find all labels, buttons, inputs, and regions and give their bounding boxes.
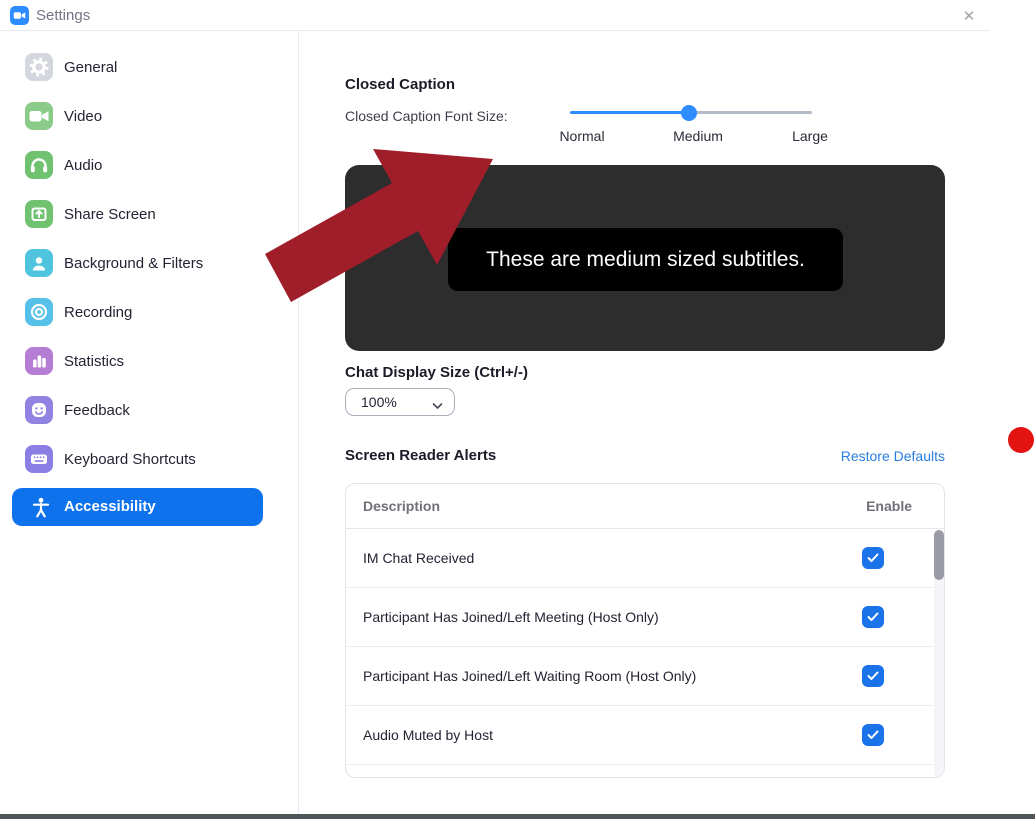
sidebar-item-audio[interactable]: Audio <box>0 141 298 190</box>
closed-caption-heading: Closed Caption <box>345 76 456 93</box>
table-row: Participant Has Joined/Left Meeting (Hos… <box>346 588 944 647</box>
caption-preview-text: These are medium sized subtitles. <box>486 247 805 271</box>
row-description: Participant Has Joined/Left Waiting Room… <box>363 668 697 684</box>
table-scrollbar-track[interactable] <box>934 530 944 777</box>
row-description: Participant Has Joined/Left Meeting (Hos… <box>363 609 659 625</box>
sidebar-item-label: Share Screen <box>64 206 156 223</box>
sidebar-item-label: Statistics <box>64 353 125 370</box>
record-icon <box>25 298 53 326</box>
alerts-table: Description Enable IM Chat Received Part… <box>345 483 945 778</box>
annotation-red-dot <box>1008 427 1034 453</box>
enable-checkbox[interactable] <box>862 724 884 746</box>
gear-icon <box>25 53 53 81</box>
share-screen-icon <box>25 200 53 228</box>
close-icon[interactable]: ✕ <box>952 2 986 29</box>
sidebar-item-label: Feedback <box>64 402 130 419</box>
row-description: IM Chat Received <box>363 550 475 566</box>
sidebar-item-feedback[interactable]: Feedback <box>0 386 298 435</box>
slider-label-medium: Medium <box>673 128 723 144</box>
table-scrollbar-thumb[interactable] <box>934 530 944 580</box>
sidebar-item-label: Keyboard Shortcuts <box>64 451 196 468</box>
sidebar-item-label: Accessibility <box>64 498 156 515</box>
chevron-down-icon <box>432 397 443 415</box>
window-title: Settings <box>36 7 91 24</box>
enable-checkbox[interactable] <box>862 606 884 628</box>
sidebar-item-keyboard-shortcuts[interactable]: Keyboard Shortcuts <box>0 435 298 484</box>
table-header: Description Enable <box>346 484 944 529</box>
table-row: Audio Muted by Host <box>346 706 944 765</box>
column-description: Description <box>363 498 441 514</box>
sidebar-item-background-filters[interactable]: Background & Filters <box>0 239 298 288</box>
sidebar-item-recording[interactable]: Recording <box>0 288 298 337</box>
caption-preview-panel: These are medium sized subtitles. <box>345 165 945 351</box>
slider-label-normal: Normal <box>559 128 605 144</box>
screen-reader-alerts-heading: Screen Reader Alerts <box>345 447 497 464</box>
accessibility-icon <box>30 496 52 523</box>
chat-size-value: 100% <box>361 394 397 410</box>
slider-label-large: Large <box>792 128 828 144</box>
bar-chart-icon <box>25 347 53 375</box>
chat-display-size-heading: Chat Display Size (Ctrl+/-) <box>345 364 528 381</box>
font-size-slider-track[interactable] <box>689 111 812 114</box>
table-row: Participant Has Joined/Left Waiting Room… <box>346 647 944 706</box>
column-enable: Enable <box>866 498 912 514</box>
settings-window: Settings ✕ General Video Audio Share Scr… <box>0 0 1035 822</box>
sidebar-item-general[interactable]: General <box>0 43 298 92</box>
zoom-logo-icon <box>10 6 29 25</box>
font-size-slider-thumb[interactable] <box>681 105 697 121</box>
enable-checkbox[interactable] <box>862 665 884 687</box>
sidebar-item-label: Video <box>64 108 103 125</box>
person-portrait-icon <box>25 249 53 277</box>
sidebar-item-label: Audio <box>64 157 103 174</box>
smiley-icon <box>25 396 53 424</box>
keyboard-icon <box>25 445 53 473</box>
sidebar-item-label: Recording <box>64 304 133 321</box>
sidebar-item-accessibility[interactable]: Accessibility <box>12 488 263 526</box>
sidebar-item-share-screen[interactable]: Share Screen <box>0 190 298 239</box>
headphones-icon <box>25 151 53 179</box>
sidebar-divider <box>298 30 299 817</box>
sidebar-item-statistics[interactable]: Statistics <box>0 337 298 386</box>
enable-checkbox[interactable] <box>862 547 884 569</box>
video-camera-icon <box>25 102 53 130</box>
sidebar-item-video[interactable]: Video <box>0 92 298 141</box>
sidebar-item-label: Background & Filters <box>64 255 204 272</box>
table-row: IM Chat Received <box>346 529 944 588</box>
closed-caption-font-size-label: Closed Caption Font Size: <box>345 108 508 124</box>
font-size-slider-track-active[interactable] <box>570 111 689 114</box>
sidebar-item-label: General <box>64 59 118 76</box>
restore-defaults-link[interactable]: Restore Defaults <box>841 448 945 464</box>
chat-size-select[interactable]: 100% <box>345 388 455 416</box>
row-description: Audio Muted by Host <box>363 727 493 743</box>
caption-bubble: These are medium sized subtitles. <box>448 228 843 291</box>
titlebar-divider <box>0 30 990 31</box>
bottom-edge-bar <box>0 814 1035 819</box>
